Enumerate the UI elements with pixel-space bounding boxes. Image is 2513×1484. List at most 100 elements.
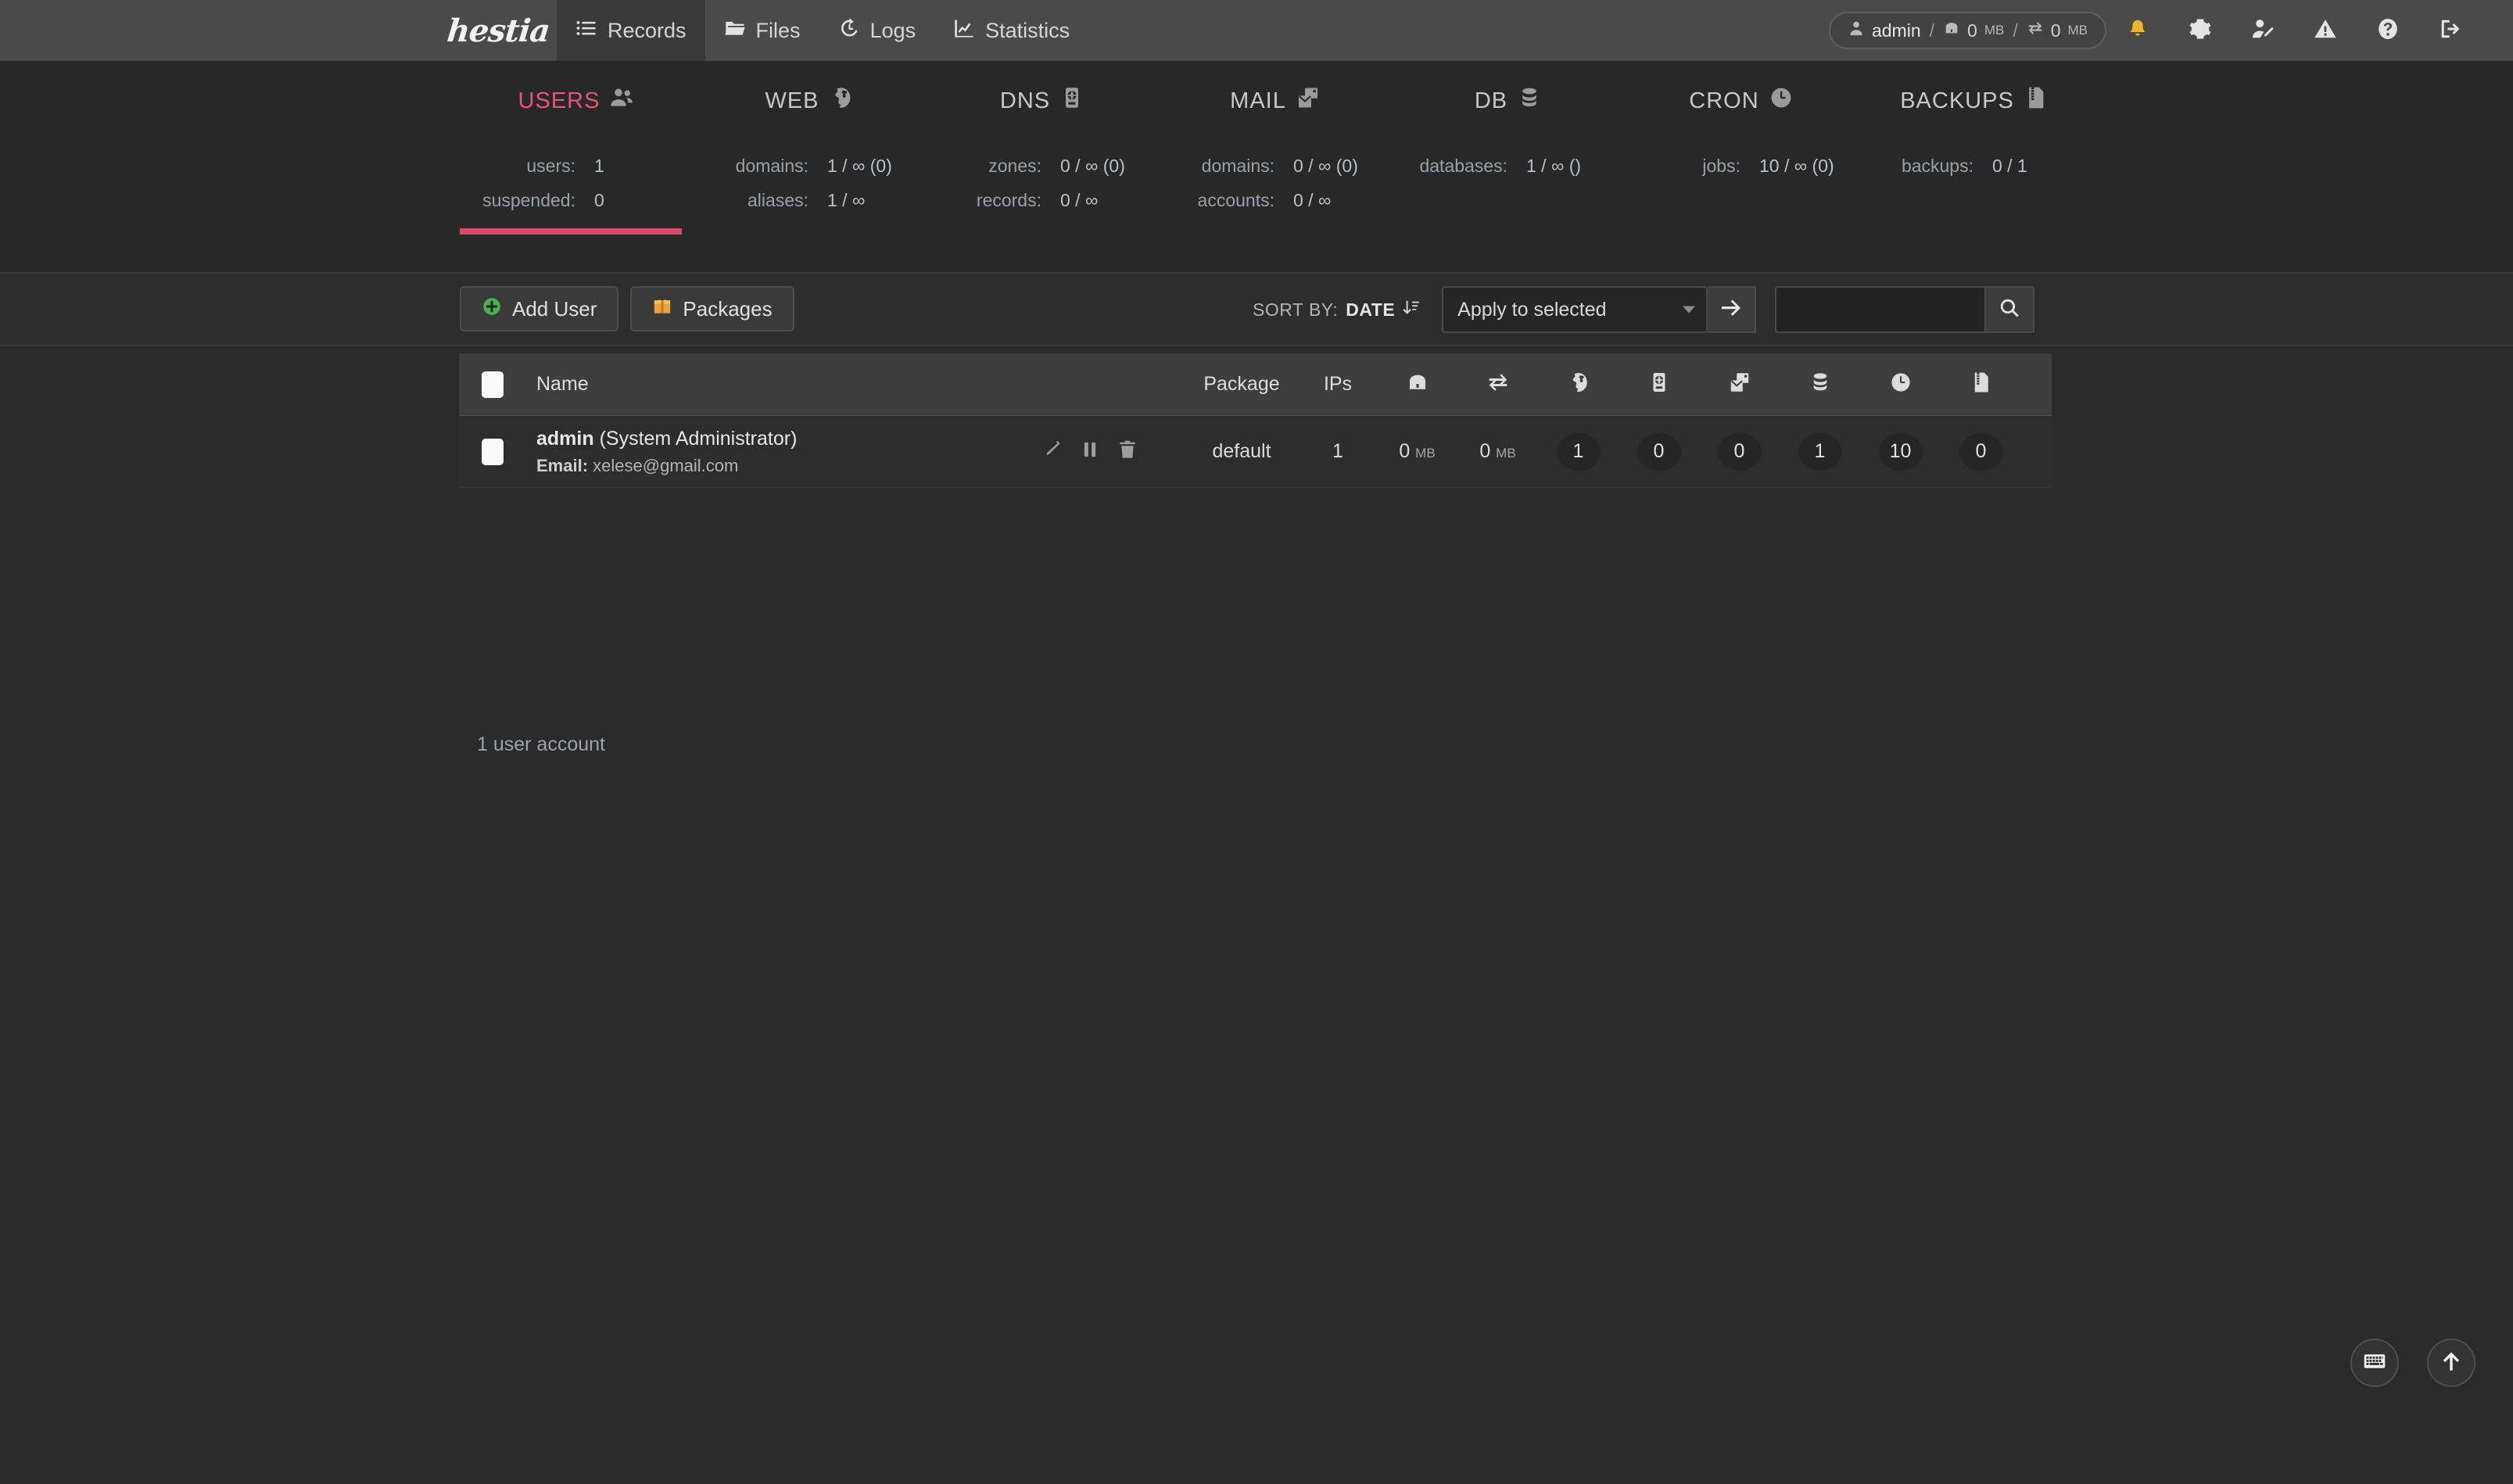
stat-col-users[interactable]: USERS users: 1 suspended: 0 [460, 78, 693, 235]
stat-row: aliases: 1 / ∞ [693, 183, 926, 217]
header-package-label: Package [1203, 373, 1280, 395]
scroll-to-top-button[interactable] [2427, 1339, 2475, 1387]
stat-label: domains: [1201, 156, 1274, 176]
stat-col-dns[interactable]: DNS zones: 0 / ∞ (0) records: 0 / ∞ [926, 78, 1159, 217]
notifications-bell-button[interactable] [2106, 0, 2169, 61]
search-button[interactable] [1984, 286, 2035, 333]
nav-item-records[interactable]: Records [557, 0, 705, 61]
stat-title-mail: MAIL [1230, 78, 1321, 124]
help-button[interactable] [2357, 0, 2419, 61]
folder-icon [724, 17, 746, 45]
stat-value: 0 / ∞ [1293, 190, 1332, 210]
header-mail-cell [1699, 371, 1780, 398]
stat-label: backups: [1901, 156, 1973, 176]
stat-col-web[interactable]: WEB domains: 1 / ∞ (0) aliases: 1 / ∞ [693, 78, 926, 217]
stat-value: 1 [594, 156, 604, 176]
stat-row: domains: 0 / ∞ (0) [1159, 149, 1392, 183]
row-db-cell: 1 [1780, 432, 1860, 471]
apply-go-button[interactable] [1708, 286, 1757, 333]
row-ips: 1 [1332, 440, 1343, 462]
row-mail-count[interactable]: 0 [1717, 432, 1762, 471]
stat-col-cron[interactable]: CRON jobs: 10 / ∞ (0) [1625, 78, 1858, 217]
sort-by-value: DATE [1346, 299, 1396, 320]
nav-item-label: Records [608, 18, 687, 42]
stat-rows-cron: jobs: 10 / ∞ (0) [1625, 149, 1858, 183]
stats-summary-bar: USERS users: 1 suspended: 0 WEB domains:… [0, 61, 2513, 274]
warning-icon [2314, 17, 2337, 45]
suspend-pause-icon[interactable] [1080, 439, 1100, 464]
nav-item-logs[interactable]: Logs [819, 0, 935, 61]
table-row[interactable]: admin (System Administrator) Email: xele… [459, 416, 2052, 488]
stat-row: accounts: 0 / ∞ [1159, 183, 1392, 217]
row-web-count[interactable]: 1 [1556, 432, 1601, 471]
stat-col-db[interactable]: DB databases: 1 / ∞ () [1392, 78, 1625, 217]
floating-action-buttons [2350, 1339, 2475, 1387]
nav-item-files[interactable]: Files [705, 0, 819, 61]
stat-row: databases: 1 / ∞ () [1392, 149, 1625, 183]
add-user-button[interactable]: Add User [460, 286, 619, 332]
apply-to-selected-select[interactable]: Apply to selected [1442, 286, 1708, 333]
edit-user-button[interactable] [2232, 0, 2294, 61]
arrow-up-icon [2440, 1350, 2463, 1377]
delete-trash-icon[interactable] [1117, 439, 1138, 464]
stat-col-backups[interactable]: BACKUPS backups: 0 / 1 [1858, 78, 2091, 217]
header-name-label: Name [536, 373, 589, 395]
row-cron-count[interactable]: 10 [1878, 432, 1923, 471]
user-usage-pill[interactable]: admin / 0 MB / 0 MB [1828, 12, 2106, 49]
stat-title-backups: BACKUPS [1900, 78, 2049, 124]
settings-button[interactable] [2169, 0, 2232, 61]
header-package-cell: Package [1185, 373, 1299, 396]
clock-icon [1889, 371, 1913, 398]
stat-label: suspended: [482, 190, 575, 210]
stat-label: aliases: [747, 190, 808, 210]
users-table: Name Package IPs admin (System Administr… [459, 353, 2052, 488]
stat-row: jobs: 10 / ∞ (0) [1625, 149, 1858, 183]
keyboard-shortcuts-button[interactable] [2350, 1339, 2399, 1387]
stat-title-dns: DNS [1000, 78, 1084, 124]
toolbar-right-controls: SORT BY: DATE Apply to selected [1253, 286, 2035, 333]
active-tab-underline [460, 228, 682, 235]
stat-title-label: BACKUPS [1900, 88, 2014, 113]
mail-icon [1296, 85, 1321, 116]
stat-row: records: 0 / ∞ [926, 183, 1159, 217]
user-bandwidth-unit: MB [2067, 23, 2088, 38]
notifications-bell-icon [2127, 16, 2149, 45]
search-input[interactable] [1775, 286, 1985, 333]
chevron-down-icon [1683, 306, 1696, 314]
select-all-checkbox[interactable] [482, 371, 504, 398]
dns-server-icon [1059, 85, 1084, 116]
stat-col-mail[interactable]: MAIL domains: 0 / ∞ (0) accounts: 0 / ∞ [1159, 78, 1392, 217]
database-icon [1517, 85, 1542, 116]
nav-item-statistics[interactable]: Statistics [934, 0, 1088, 61]
packages-button[interactable]: Packages [630, 286, 794, 332]
row-db-count[interactable]: 1 [1798, 432, 1842, 471]
sort-by-control[interactable]: SORT BY: DATE [1253, 299, 1420, 321]
app-logo[interactable]: hestia [439, 0, 557, 61]
warning-button[interactable] [2294, 0, 2357, 61]
row-bandwidth-value: 0 [1479, 440, 1491, 462]
row-email-line: Email: xelese@gmail.com [536, 456, 1042, 476]
select-all-cell [459, 371, 526, 398]
row-select-cell [459, 438, 526, 465]
stat-title-label: CRON [1689, 88, 1759, 113]
stat-rows-users: users: 1 suspended: 0 [460, 149, 693, 217]
stat-title-label: WEB [765, 88, 819, 113]
stat-rows-web: domains: 1 / ∞ (0) aliases: 1 / ∞ [693, 149, 926, 217]
row-backup-count[interactable]: 0 [1959, 432, 2003, 471]
logout-button[interactable] [2419, 0, 2482, 61]
nav-item-label: Logs [869, 18, 916, 42]
stat-value: 0 [594, 190, 604, 210]
list-records-icon [575, 17, 597, 45]
row-bandwidth-cell: 0 MB [1457, 440, 1538, 463]
globe-icon [1567, 371, 1590, 398]
user-avatar-icon [1848, 20, 1865, 41]
actions-toolbar: Add User Packages SORT BY: DATE Apply to… [0, 274, 2513, 346]
chart-line-icon [953, 17, 975, 45]
globe-icon [829, 85, 854, 116]
edit-pencil-icon[interactable] [1042, 439, 1063, 464]
row-dns-count[interactable]: 0 [1636, 432, 1681, 471]
header-db-cell [1780, 371, 1860, 398]
keyboard-icon [2363, 1350, 2386, 1377]
stat-value: 10 / ∞ (0) [1759, 156, 1834, 176]
row-checkbox[interactable] [482, 438, 504, 465]
